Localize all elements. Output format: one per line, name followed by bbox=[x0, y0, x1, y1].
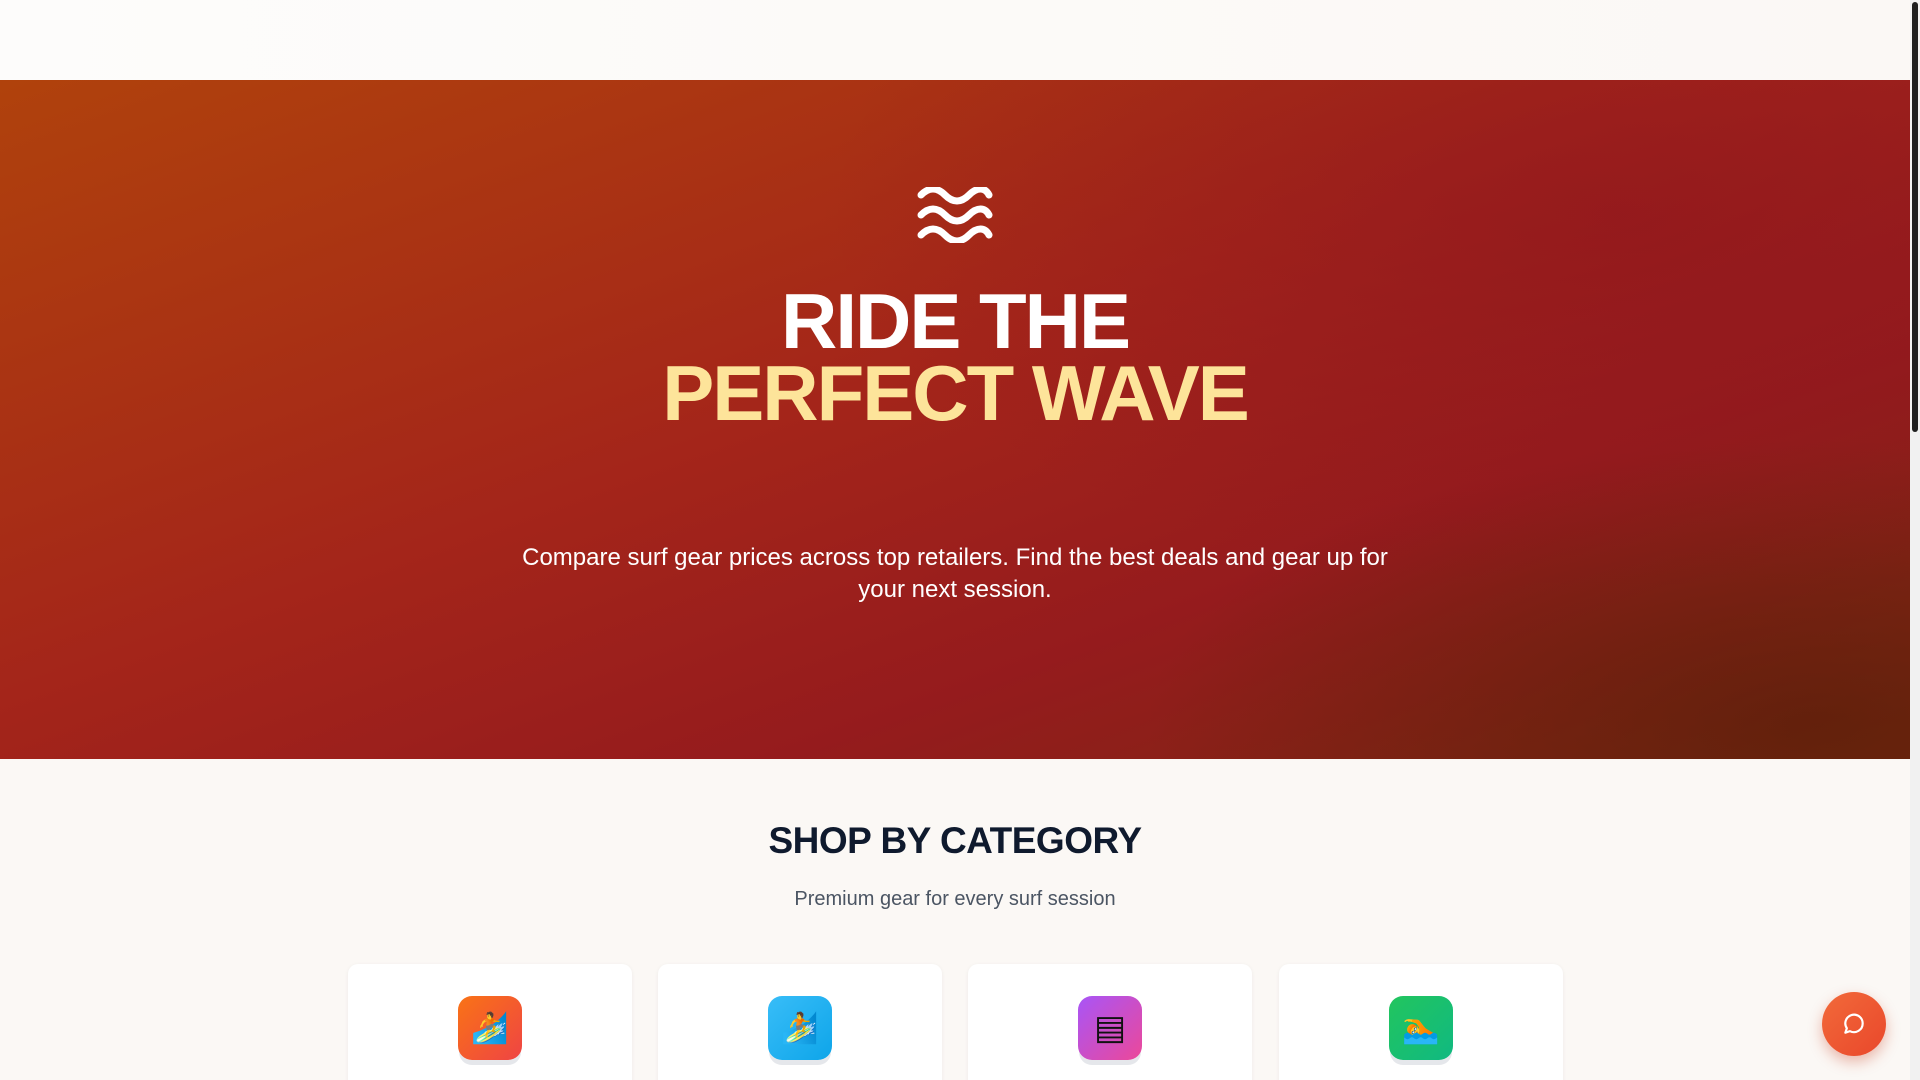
hero-subtitle: Compare surf gear prices across top reta… bbox=[522, 544, 1388, 603]
swimmer-icon: 🏊 bbox=[1389, 996, 1453, 1060]
category-card-1[interactable]: 🏄 bbox=[348, 964, 632, 1080]
category-icon-glyph: 🏊 bbox=[1402, 1011, 1440, 1045]
hero-section: RIDE THE PERFECT WAVE Compare surf gear … bbox=[0, 80, 1910, 759]
top-navbar bbox=[0, 0, 1910, 80]
category-card-3[interactable]: ▤ bbox=[968, 964, 1252, 1080]
category-card-2[interactable]: 🏄 bbox=[658, 964, 942, 1080]
surfer-icon: 🏄 bbox=[768, 996, 832, 1060]
main-content: RIDE THE PERFECT WAVE Compare surf gear … bbox=[0, 0, 1910, 1080]
category-card-4[interactable]: 🏊 bbox=[1279, 964, 1563, 1080]
category-section-title: SHOP BY CATEGORY bbox=[768, 820, 1142, 861]
chat-button[interactable] bbox=[1822, 992, 1886, 1056]
category-icon-glyph: 🏄 bbox=[471, 1011, 509, 1045]
scrollbar-thumb[interactable] bbox=[1912, 2, 1918, 432]
hero-title-line-1: RIDE THE bbox=[780, 277, 1131, 365]
category-cards: 🏄 🏄 ▤ 🏊 bbox=[348, 964, 1563, 1080]
wetsuit-icon: ▤ bbox=[1078, 996, 1142, 1060]
category-section-subtitle: Premium gear for every surf session bbox=[794, 888, 1116, 910]
category-icon-glyph: ▤ bbox=[1093, 1009, 1127, 1047]
vertical-scrollbar[interactable] bbox=[1910, 0, 1920, 1080]
surfer-icon: 🏄 bbox=[458, 996, 522, 1060]
waves-icon bbox=[917, 187, 993, 243]
page: RIDE THE PERFECT WAVE Compare surf gear … bbox=[0, 0, 1920, 1080]
chat-bubble-icon bbox=[1844, 1013, 1864, 1034]
hero-title-line-2: PERFECT WAVE bbox=[662, 349, 1250, 437]
hero-title: RIDE THE PERFECT WAVE bbox=[0, 277, 1910, 437]
category-icon-glyph: 🏄 bbox=[781, 1011, 819, 1045]
